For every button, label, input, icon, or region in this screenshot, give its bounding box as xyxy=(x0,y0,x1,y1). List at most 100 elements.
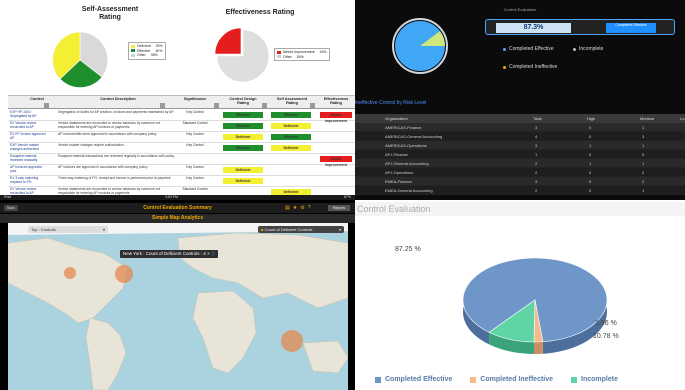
legend-swatch xyxy=(571,376,578,383)
col-high[interactable]: High xyxy=(587,116,595,121)
table-row[interactable]: EXP HP-1010: Segregated by AP Segregation… xyxy=(8,110,355,123)
significance: Key Control xyxy=(186,176,204,180)
completed-effective-button[interactable]: Completed Effective xyxy=(606,23,656,33)
effectiveness-pie[interactable] xyxy=(215,28,271,84)
evaluation-donut[interactable] xyxy=(390,16,450,76)
control-id[interactable]: EV 3 way matching required to PO xyxy=(10,176,48,184)
col-medium[interactable]: Medium xyxy=(640,116,654,121)
table-row[interactable]: APJ-Operations 2 0 2 xyxy=(355,168,685,177)
control-evaluation-pie[interactable] xyxy=(435,230,635,380)
map-bubble[interactable] xyxy=(64,267,76,279)
map-bubble[interactable] xyxy=(281,330,303,352)
table-row[interactable]: AMERICAS-General Accounting 4 0 3 xyxy=(355,132,685,141)
col-effectiveness-rating[interactable]: Effectiveness Rating xyxy=(318,97,354,105)
legend-dot xyxy=(573,47,576,51)
sort-icon[interactable] xyxy=(310,103,315,108)
col-organization[interactable]: Organization xyxy=(385,116,408,121)
close-icon[interactable]: × xyxy=(207,251,210,256)
self-assessment-title: Self-Assessment Rating xyxy=(81,6,139,21)
sort-icon[interactable] xyxy=(214,103,219,108)
control-id[interactable]: EV EF Invoice approved AP xyxy=(10,132,48,140)
info-icon[interactable]: ⓘ xyxy=(211,251,216,256)
table-cell: 1 xyxy=(642,161,645,166)
col-significance[interactable]: Significance xyxy=(178,97,212,101)
dropdown-value: Count of Deficient Controls xyxy=(264,227,313,232)
table-row[interactable]: Escapted material reviewed manually Escap… xyxy=(8,154,355,167)
back-button[interactable]: Back xyxy=(4,205,18,211)
legend-swatch xyxy=(277,50,281,54)
table-cell: AMERICAS-Operations xyxy=(385,143,427,148)
table-cell: 2 xyxy=(535,161,538,166)
legend-completed-ineffective[interactable]: Completed Ineffective xyxy=(470,376,553,383)
australia xyxy=(302,340,348,374)
table-cell: 3 xyxy=(642,134,645,139)
design-rating: Deficient xyxy=(223,167,263,173)
table-cell: 0 xyxy=(589,152,592,157)
chart-icon[interactable]: ▤ xyxy=(285,205,293,211)
world-map[interactable]: Top : Controls ▾ ■ Count of Deficient Co… xyxy=(8,223,348,390)
status-device: iPad xyxy=(4,195,12,199)
self-assessment-legend: Deficient 25% Effective 40% Other 35% xyxy=(128,42,166,60)
control-dashboard-panel: Self-Assessment Rating Effectiveness Rati… xyxy=(0,0,355,200)
table-row[interactable]: EMEA-Finance 3 0 2 xyxy=(355,177,685,186)
map-land xyxy=(8,223,348,390)
help-icon[interactable]: ? xyxy=(308,205,314,211)
bar-chart-icon: ■ xyxy=(261,227,264,232)
table-row[interactable]: AMERICAS-Finance 3 0 1 xyxy=(355,123,685,132)
table-row[interactable]: AP Invoices approved prior AP invoices ar… xyxy=(8,165,355,176)
legend-label: Completed Effective xyxy=(385,376,453,383)
legend-incomplete[interactable]: Incomplete xyxy=(571,376,618,383)
sort-icon[interactable] xyxy=(262,103,267,108)
sort-icon[interactable] xyxy=(160,103,165,108)
legend-swatch xyxy=(375,376,381,383)
control-id[interactable]: Escapted material reviewed manually xyxy=(10,154,48,162)
table-cell: 2 xyxy=(535,188,538,193)
table-row[interactable]: AMERICAS-Operations 3 1 1 xyxy=(355,141,685,150)
map-bubble-new-york[interactable] xyxy=(115,265,133,283)
control-description: AP invoices/bills were approved in accor… xyxy=(58,132,158,136)
table-row[interactable]: APJ-General Accounting 2 1 1 xyxy=(355,159,685,168)
control-evaluation-dark-panel: Control Evaluation 87.3% Completed Effec… xyxy=(355,0,685,200)
legend-label: Incomplete xyxy=(581,376,618,383)
risk-table-header: Organization Total High Medium Lo xyxy=(355,114,685,123)
table-row[interactable]: EXP Vendor master changes authorized Vend… xyxy=(8,143,355,154)
table-cell: APJ-General Accounting xyxy=(385,161,429,166)
control-id[interactable]: EXP Vendor master changes authorized xyxy=(10,143,48,151)
col-total[interactable]: Total xyxy=(533,116,541,121)
table-row[interactable]: EV Vendor review reconciled to AP Vendor … xyxy=(8,121,355,132)
eff-slice-needs-improvement[interactable] xyxy=(215,28,242,55)
table-row[interactable]: EV EF Invoice approved AP AP invoices/bil… xyxy=(8,132,355,143)
control-description: Vendor statements are reconciled to vend… xyxy=(58,121,161,129)
legend-swatch xyxy=(131,53,135,57)
control-id[interactable]: EXP HP-1010: Segregated by AP xyxy=(10,110,48,118)
table-row[interactable]: EV 3 way matching required to PO Three wa… xyxy=(8,176,355,187)
self-rating: Deficient xyxy=(271,145,311,151)
reports-button[interactable]: Reports xyxy=(328,205,350,211)
control-description: Vendor master changes require authorizat… xyxy=(58,143,125,147)
legend-swatch xyxy=(131,49,135,53)
table-cell: 2 xyxy=(642,170,645,175)
significance: Standard Control xyxy=(182,187,208,191)
measure-dropdown[interactable]: ■ Count of Deficient Controls ▾ xyxy=(258,226,344,233)
col-description[interactable]: Control Description xyxy=(78,97,158,101)
table-row[interactable]: EMEA-General Accounting 2 0 1 xyxy=(355,186,685,195)
control-id[interactable]: AP Invoices approved prior xyxy=(10,165,48,173)
table-row[interactable]: APJ-Finance 1 0 0 xyxy=(355,150,685,159)
col-low[interactable]: Lo xyxy=(680,116,684,121)
top-controls-dropdown[interactable]: Top : Controls ▾ xyxy=(28,226,108,233)
sort-icon[interactable] xyxy=(44,103,49,108)
col-self-rating[interactable]: Self Assessment Rating xyxy=(271,97,313,105)
legend-value: 84% xyxy=(296,54,304,59)
legend-completed-effective[interactable]: Completed Effective xyxy=(375,376,452,383)
map-analytics-panel: Control Evaluation Summary Back ▤★⚙? Rep… xyxy=(0,200,355,390)
control-description: AP invoices are approved in accordance w… xyxy=(58,165,149,169)
control-description: Three way matching of PO, receipt and in… xyxy=(58,176,172,180)
table-cell: 0 xyxy=(642,152,645,157)
gear-icon[interactable]: ⚙ xyxy=(300,205,307,211)
col-design-rating[interactable]: Control Design Rating xyxy=(223,97,263,105)
label-completed-ineffective: 1.96 % xyxy=(595,320,617,327)
self-assessment-pie[interactable] xyxy=(50,30,110,90)
col-control[interactable]: Control xyxy=(22,97,52,101)
control-id[interactable]: EV Vendor review reconciled to AP xyxy=(10,121,48,129)
table-cell: 0 xyxy=(589,125,592,130)
